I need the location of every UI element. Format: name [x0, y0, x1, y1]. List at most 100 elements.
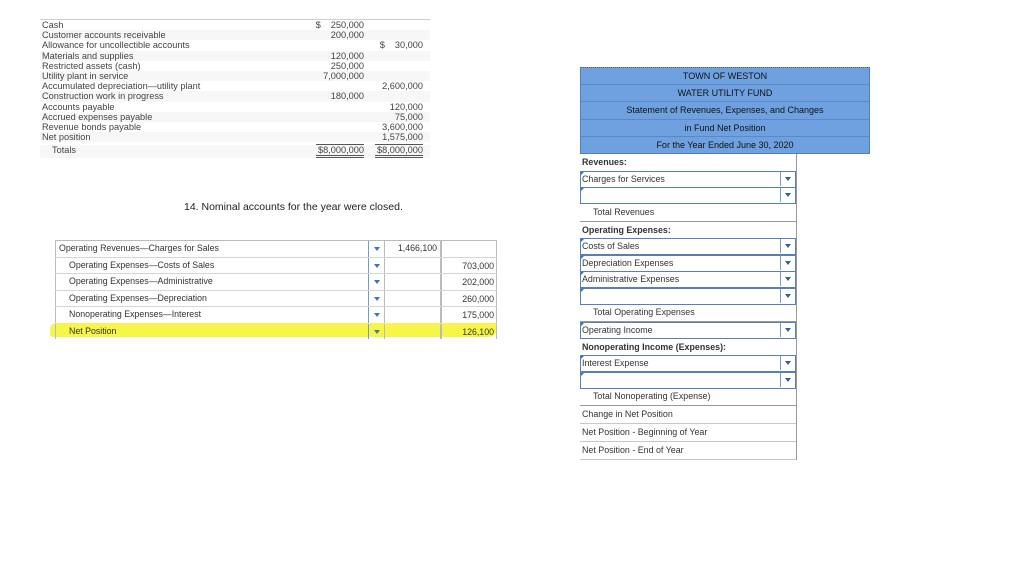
dropdown-arrow-icon[interactable] [368, 257, 384, 273]
account-name: Restricted assets (cash) [42, 60, 141, 71]
debit-amount: 120,000 [331, 51, 364, 61]
dropdown-arrow-icon[interactable] [780, 323, 795, 338]
debit-amount: $250,000 [316, 20, 364, 30]
credit-amount: 120,000 [390, 102, 423, 112]
line-item-label: Revenues: [582, 156, 627, 167]
journal-entry-row: Net Position 126,100 [50, 322, 497, 339]
dropdown-arrow-icon[interactable] [368, 290, 384, 306]
debit-value: 120,000 [330, 50, 364, 61]
account-select[interactable]: Net Position [55, 323, 368, 339]
trial-balance-row: Utility plant in service 7,000,000 [40, 70, 430, 82]
account-name: Construction work in progress [42, 91, 164, 102]
currency-symbol: $ [315, 20, 321, 30]
line-item-select[interactable] [580, 187, 796, 205]
line-item-select[interactable] [580, 371, 796, 389]
credit-input[interactable]: 175,000 [440, 307, 497, 323]
debit-amount: 250,000 [331, 61, 364, 71]
account-name: Cash [42, 20, 64, 30]
debit-amount: 7,000,000 [323, 71, 364, 81]
dropdown-arrow-icon[interactable] [780, 288, 795, 303]
line-item-label: Total Revenues [593, 206, 655, 217]
debit-input[interactable] [384, 274, 440, 290]
dropdown-arrow-icon[interactable] [368, 241, 384, 257]
account-name: Allowance for uncollectible accounts [42, 40, 190, 51]
credit-input[interactable] [440, 241, 497, 257]
dropdown-arrow-icon[interactable] [780, 171, 795, 186]
account-select[interactable]: Operating Revenues—Charges for Sales [55, 241, 368, 257]
statement-header-fund: WATER UTILITY FUND [581, 85, 869, 103]
trial-balance-row: Net position 1,575,000 [40, 132, 430, 143]
debit-input[interactable]: 1,466,100 [384, 241, 440, 257]
account-select[interactable]: Operating Expenses—Costs of Sales [55, 257, 368, 273]
account-name: Net position [42, 132, 91, 143]
line-item-select[interactable]: Interest Expense [580, 355, 796, 373]
line-item-label: Administrative Expenses [582, 274, 680, 285]
statement-header-subtitle: in Fund Net Position [581, 120, 869, 137]
account-name: Materials and supplies [42, 50, 134, 61]
trial-balance-row: Cash $250,000 [40, 20, 430, 30]
subtotal-row: Total Nonoperating (Expense) [580, 388, 796, 407]
line-item-select[interactable]: Costs of Sales [580, 238, 796, 256]
trial-balance-row: Customer accounts receivable 200,000 [40, 30, 430, 41]
credit-input[interactable]: 703,000 [440, 257, 497, 273]
question-caption: 14. Nominal accounts for the year were c… [184, 201, 403, 213]
dropdown-arrow-icon[interactable] [780, 372, 795, 387]
credit-input[interactable]: 260,000 [440, 290, 497, 306]
trial-balance-row: Restricted assets (cash) 250,000 [40, 61, 430, 71]
account-name: Accumulated depreciation—utility plant [42, 81, 201, 92]
totals-debit: $8,000,000 [316, 144, 364, 159]
debit-input[interactable] [384, 257, 440, 273]
line-item-label: Net Position - End of Year [582, 444, 684, 455]
journal-entry-row: Operating Revenues—Charges for Sales 1,46… [55, 240, 497, 258]
dropdown-arrow-icon[interactable] [780, 255, 795, 270]
account-name: Accrued expenses payable [42, 111, 153, 122]
debit-input[interactable] [384, 290, 440, 306]
debit-value: 180,000 [330, 91, 364, 102]
line-item-select[interactable] [580, 287, 796, 305]
dropdown-arrow-icon[interactable] [368, 274, 384, 290]
dropdown-arrow-icon[interactable] [368, 323, 384, 339]
account-name: Accounts payable [42, 101, 115, 112]
dropdown-arrow-icon[interactable] [780, 239, 795, 254]
debit-input[interactable] [384, 307, 440, 323]
journal-entry-row: Operating Expenses—Costs of Sales 703,000 [55, 257, 497, 274]
totals-label: Totals [52, 145, 76, 156]
line-item-select[interactable]: Depreciation Expenses [580, 254, 796, 272]
line-item-label: Total Operating Expenses [593, 307, 695, 318]
credit-input[interactable]: 202,000 [440, 274, 497, 290]
debit-value: 7,000,000 [323, 70, 364, 81]
statement-header-period: For the Year Ended June 30, 2020 [656, 139, 794, 150]
trial-balance-row: Revenue bonds payable 3,600,000 [40, 122, 430, 132]
dropdown-arrow-icon[interactable] [780, 272, 795, 287]
line-item-label: Change in Net Position [582, 409, 673, 420]
debit-input[interactable] [384, 323, 440, 339]
journal-entry-row: Nonoperating Expenses—Interest 175,000 [55, 307, 497, 324]
credit-input[interactable]: 126,100 [440, 323, 497, 339]
trial-balance-totals-row: Totals $8,000,000 $8,000,000 [40, 144, 430, 159]
credit-value: 120,000 [389, 101, 423, 112]
debit-value: 250,000 [330, 20, 364, 30]
section-heading: Operating Expenses: [580, 222, 796, 239]
line-item-label: Total Nonoperating (Expense) [593, 391, 711, 402]
credit-value: 75,000 [394, 111, 423, 122]
trial-balance-row: Accrued expenses payable 75,000 [40, 111, 430, 122]
line-item-select[interactable]: Charges for Services [580, 170, 796, 188]
dropdown-arrow-icon[interactable] [780, 188, 795, 203]
trial-balance-row: Accumulated depreciation—utility plant 2,… [40, 81, 430, 91]
line-item-label: Operating Expenses: [582, 224, 671, 235]
line-item-select[interactable]: Operating Income [580, 322, 796, 340]
line-item-select[interactable]: Administrative Expenses [580, 271, 796, 289]
dropdown-arrow-icon[interactable] [368, 307, 384, 323]
statement-header: TOWN OF WESTON WATER UTILITY FUND Statem… [580, 67, 870, 154]
line-item-label: Net Position - Beginning of Year [582, 427, 708, 438]
line-item-label: Depreciation Expenses [582, 257, 674, 268]
credit-value: 2,600,000 [382, 81, 423, 92]
dropdown-arrow-icon[interactable] [780, 356, 795, 371]
credit-amount: 3,600,000 [382, 122, 423, 132]
line-item-label: Operating Income [582, 325, 653, 336]
trial-balance-row: Accounts payable 120,000 [40, 102, 430, 112]
account-select[interactable]: Operating Expenses—Depreciation [55, 290, 368, 306]
account-select[interactable]: Nonoperating Expenses—Interest [55, 307, 368, 323]
line-item-label: Interest Expense [582, 358, 649, 369]
account-select[interactable]: Operating Expenses—Administrative [55, 274, 368, 290]
